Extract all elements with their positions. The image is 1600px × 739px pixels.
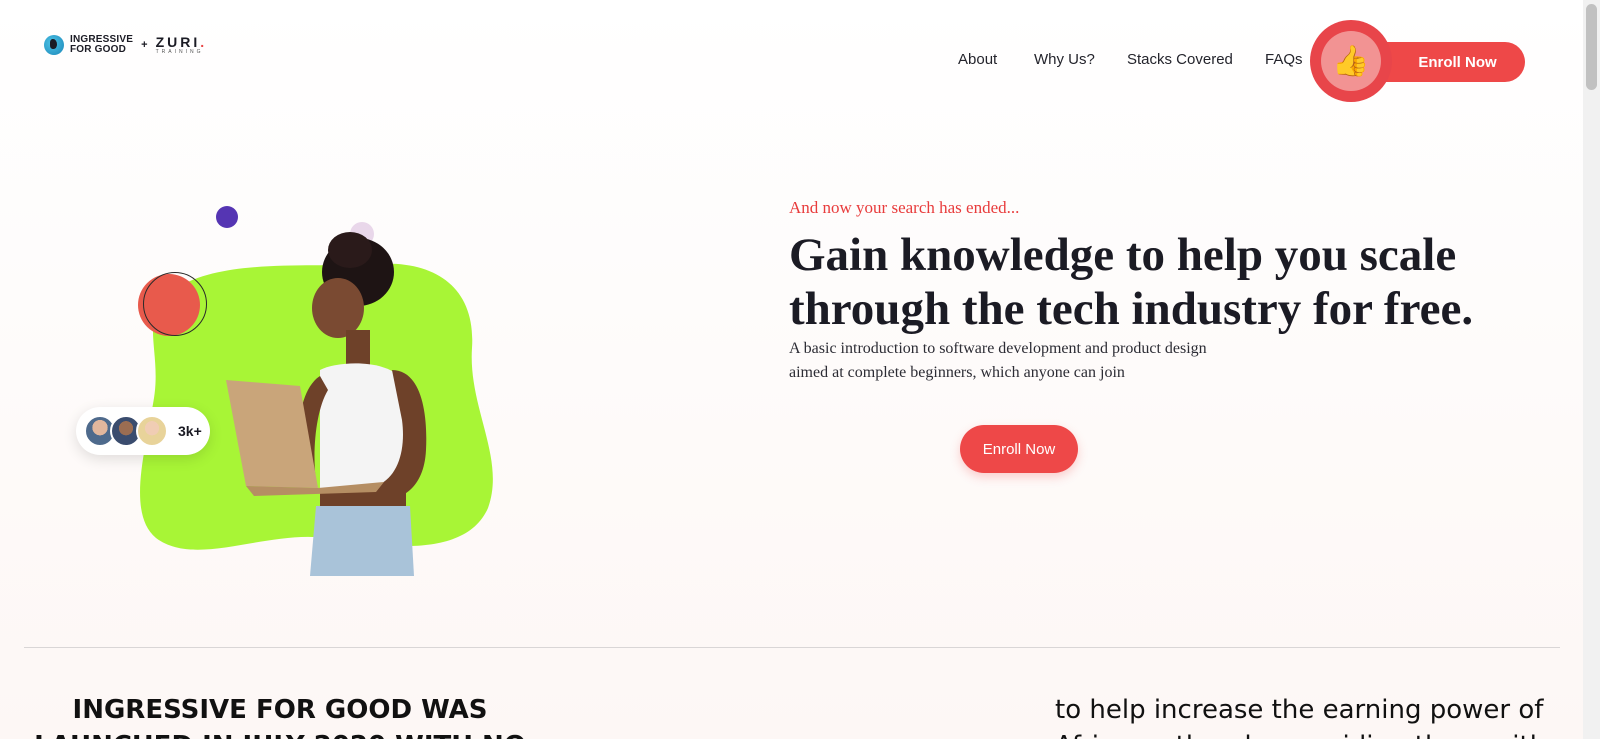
globe-icon bbox=[44, 34, 64, 55]
site-logo[interactable]: INGRESSIVE FOR GOOD + ZURI. TRAINING bbox=[44, 34, 207, 55]
hero-headline: Gain knowledge to help you scale through… bbox=[789, 229, 1474, 335]
enroll-now-hero-button[interactable]: Enroll Now bbox=[960, 425, 1078, 473]
logo-zuri-dot: . bbox=[200, 34, 208, 50]
nav-link-faqs[interactable]: FAQs bbox=[1265, 51, 1303, 68]
landing-page: INGRESSIVE FOR GOOD + ZURI. TRAINING Abo… bbox=[0, 0, 1583, 739]
hero-subtext: A basic introduction to software develop… bbox=[789, 340, 1207, 381]
scrollbar-thumb[interactable] bbox=[1586, 4, 1597, 90]
thumbs-up-badge: 👍 bbox=[1310, 20, 1392, 102]
nav-link-about[interactable]: About bbox=[958, 51, 997, 68]
page-scrollbar[interactable] bbox=[1583, 0, 1600, 739]
thumbs-up-icon: 👍 bbox=[1321, 31, 1381, 91]
hero-illustration: 3k+ bbox=[60, 200, 520, 580]
about-heading: INGRESSIVE FOR GOOD WAS LAUNCHED IN JULY… bbox=[34, 695, 526, 739]
logo-zuri-wordmark: ZURI. bbox=[156, 34, 208, 50]
logo-zuri-text: ZURI bbox=[155, 34, 201, 50]
logo-ingressive-line2: FOR GOOD bbox=[70, 43, 127, 55]
logo-ingressive: INGRESSIVE FOR GOOD bbox=[70, 34, 133, 55]
hero-tagline: And now your search has ended... bbox=[789, 198, 1020, 217]
student-with-laptop-image bbox=[226, 232, 427, 576]
avatar bbox=[136, 415, 168, 447]
section-divider bbox=[24, 647, 1560, 648]
community-avatars-pill: 3k+ bbox=[76, 407, 210, 455]
about-text: to help increase the earning power of Af… bbox=[1055, 695, 1546, 739]
logo-zuri: ZURI. TRAINING bbox=[156, 34, 208, 55]
logo-plus: + bbox=[141, 38, 148, 51]
nav-link-why-us[interactable]: Why Us? bbox=[1034, 51, 1095, 68]
logo-zuri-subtitle: TRAINING bbox=[155, 49, 204, 55]
community-count: 3k+ bbox=[178, 423, 202, 439]
nav-link-stacks-covered[interactable]: Stacks Covered bbox=[1127, 51, 1233, 68]
